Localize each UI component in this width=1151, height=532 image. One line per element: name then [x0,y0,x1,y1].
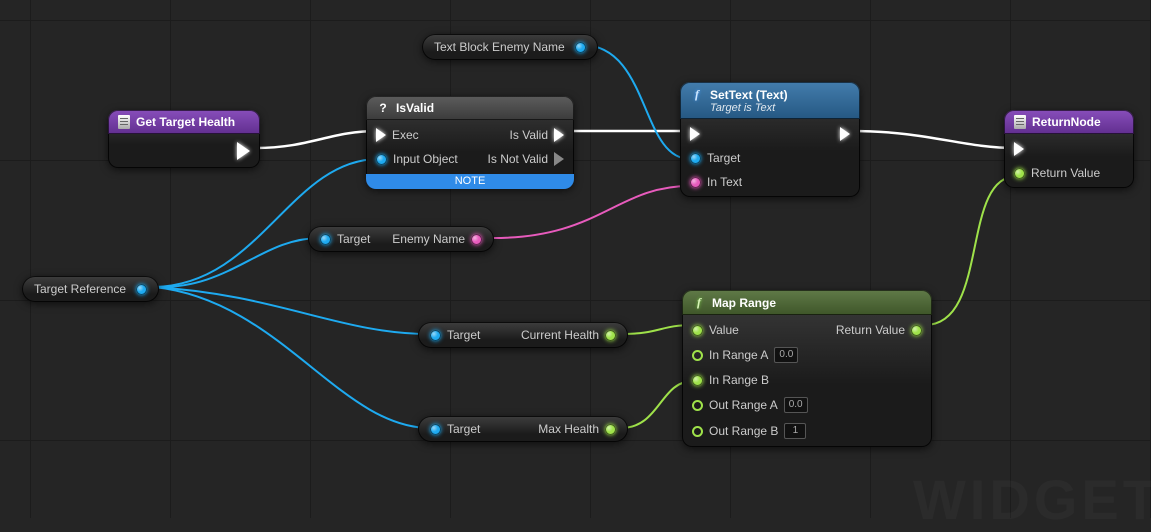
pin-label: Target [337,232,370,246]
pin-label: In Range B [709,373,769,387]
node-max-health[interactable]: Target Max Health [418,416,628,442]
pin-label: Is Valid [510,128,548,142]
pin-label: Target [447,328,480,342]
pin-label: Current Health [521,328,599,342]
node-header: f SetText (Text) Target is Text [680,82,860,119]
target-in-pin[interactable]: Target [430,328,480,342]
outrange-a-pin[interactable]: Out Range A 0.0 [692,397,808,413]
pin-label: Return Value [836,323,905,337]
isnotvalid-out-pin[interactable]: Is Not Valid [488,152,564,166]
node-note: NOTE [366,174,574,189]
inrange-b-pin[interactable]: In Range B [692,373,808,387]
pin-label: Exec [392,128,419,142]
watermark: WIDGET [913,467,1151,532]
node-title: Map Range [712,296,776,310]
input-object-pin[interactable]: Input Object [376,152,458,166]
pin-label: Target [707,151,740,165]
node-get-target-health[interactable]: Get Target Health [108,110,260,168]
node-label: Target Reference [34,282,126,296]
target-in-pin[interactable]: Target [430,422,480,436]
intext-in-pin[interactable]: In Text [690,175,742,189]
exec-out-pin[interactable] [237,142,250,160]
doc-icon [118,115,130,129]
target-in-pin[interactable]: Target [690,151,742,165]
node-header: Get Target Health [108,110,260,134]
node-return[interactable]: ReturnNode Return Value [1004,110,1134,188]
node-map-range[interactable]: f Map Range Value In Range A 0.0 In Rang… [682,290,932,447]
node-textblock-enemy-name[interactable]: Text Block Enemy Name [422,34,598,60]
exec-out-pin[interactable] [840,127,850,141]
inrange-a-input[interactable]: 0.0 [774,347,798,363]
outrange-b-pin[interactable]: Out Range B 1 [692,423,808,439]
object-out-pin[interactable] [575,42,586,53]
target-in-pin[interactable]: Target [320,232,370,246]
pin-label: Target [447,422,480,436]
node-target-reference[interactable]: Target Reference [22,276,159,302]
pin-label: Input Object [393,152,458,166]
question-icon: ? [376,101,390,115]
node-header: ReturnNode [1004,110,1134,134]
node-label: Text Block Enemy Name [434,40,565,54]
pin-label: Is Not Valid [488,152,548,166]
pin-label: Out Range A [709,398,778,412]
pin-label: Value [709,323,739,337]
pin-label: Enemy Name [392,232,465,246]
node-title: ReturnNode [1032,115,1101,129]
node-current-health[interactable]: Target Current Health [418,322,628,348]
exec-in-pin[interactable] [690,127,742,141]
enemyname-out-pin[interactable]: Enemy Name [392,232,482,246]
node-header: ? IsValid [366,96,574,120]
currenthealth-out-pin[interactable]: Current Health [521,328,616,342]
exec-in-pin[interactable] [1014,142,1100,156]
node-subtitle: Target is Text [690,102,850,114]
outrange-a-input[interactable]: 0.0 [784,397,808,413]
pin-label: In Text [707,175,742,189]
doc-icon [1014,115,1026,129]
function-icon: f [692,295,706,310]
node-enemy-name[interactable]: Target Enemy Name [308,226,494,252]
maxhealth-out-pin[interactable]: Max Health [538,422,616,436]
outrange-b-input[interactable]: 1 [784,423,806,439]
inrange-a-pin[interactable]: In Range A 0.0 [692,347,808,363]
pin-label: Return Value [1031,166,1100,180]
node-isvalid[interactable]: ? IsValid Exec Input Object Is Valid Is … [366,96,574,189]
return-value-pin[interactable]: Return Value [836,323,922,337]
pin-label: In Range A [709,348,768,362]
value-in-pin[interactable]: Value [692,323,808,337]
pin-label: Out Range B [709,424,778,438]
isvalid-out-pin[interactable]: Is Valid [510,128,564,142]
node-settext[interactable]: f SetText (Text) Target is Text Target I… [680,82,860,197]
object-out-pin[interactable] [136,284,147,295]
exec-in-pin[interactable]: Exec [376,128,458,142]
node-title: SetText (Text) [710,88,788,102]
pin-label: Max Health [538,422,599,436]
return-value-pin[interactable]: Return Value [1014,166,1100,180]
node-header: f Map Range [682,290,932,315]
node-title: IsValid [396,101,434,115]
function-icon: f [690,87,704,102]
node-title: Get Target Health [136,115,235,129]
